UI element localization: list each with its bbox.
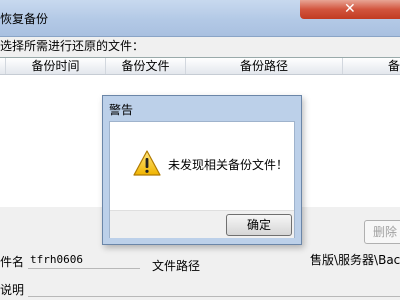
file-path-label: 文件路径	[152, 259, 201, 273]
dialog-body: 未发现相关备份文件！ 确定	[109, 121, 295, 238]
file-name-label: 件名	[0, 255, 25, 269]
select-file-prompt: 选择所需进行还原的文件：	[0, 39, 145, 53]
warning-dialog: 警告 未发现相关备份文件！ 确定	[102, 95, 302, 245]
window-title: 恢复备份	[0, 12, 49, 26]
warning-icon	[133, 150, 161, 176]
delete-button[interactable]: 删除	[364, 220, 400, 244]
ok-button[interactable]: 确定	[226, 214, 292, 236]
table-header: 备份时间 备份文件 备份路径 备	[0, 58, 400, 75]
dialog-message: 未发现相关备份文件！	[168, 158, 289, 172]
close-icon: ✕	[344, 1, 356, 17]
file-name-field[interactable]: tfrh0606	[30, 252, 83, 268]
file-path-field[interactable]: 售版\服务器\Bac	[310, 251, 400, 268]
dialog-title: 警告	[109, 103, 134, 117]
column-header-backup-path[interactable]: 备份路径	[186, 58, 343, 74]
dialog-footer: 确定	[110, 210, 294, 238]
column-header-backup-file[interactable]: 备份文件	[106, 58, 186, 74]
description-underline	[28, 296, 400, 297]
window-close-button[interactable]: ✕	[300, 0, 400, 19]
window-titlebar: 恢复备份 ✕	[0, 0, 400, 37]
column-header-backup-note[interactable]: 备	[343, 58, 400, 74]
column-header-backup-time[interactable]: 备份时间	[6, 58, 106, 74]
file-name-underline	[28, 268, 140, 269]
description-label: 说明	[0, 283, 25, 297]
